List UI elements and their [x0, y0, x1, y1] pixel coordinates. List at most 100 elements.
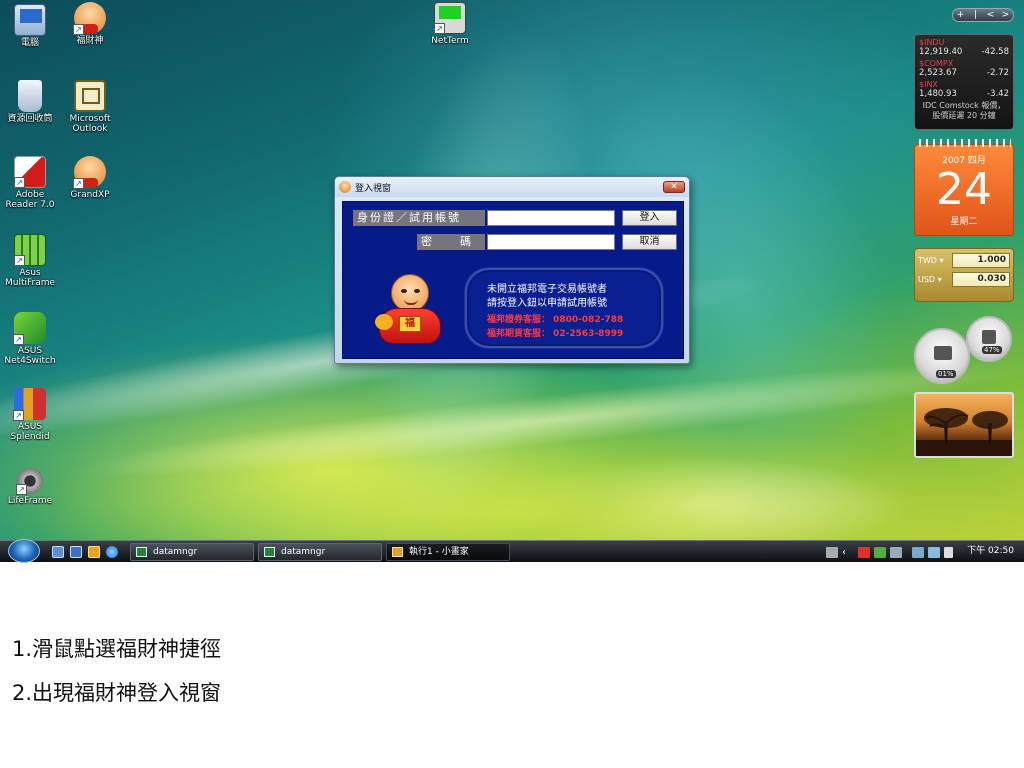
stock-symbol: $INX	[919, 80, 938, 89]
taskbar-item-label: datamngr	[281, 547, 326, 557]
promo-line: 請按登入鈕以申請試用帳號	[487, 298, 607, 309]
desktop-icon-label: Adobe Reader 7.0	[5, 190, 55, 210]
currency-row: USD ▾ 0.030	[918, 272, 1010, 287]
slide: 電腦 ↗ 福財神 ↗ NetTerm 資源回收筒 Microsoft Outlo…	[0, 0, 1024, 768]
paint-icon	[392, 547, 403, 557]
app-tray-icon[interactable]	[874, 546, 886, 558]
desktop-icon-lifeframe[interactable]: ↗ LifeFrame	[0, 468, 60, 506]
currency-select[interactable]: TWD ▾	[918, 256, 952, 265]
fortune-god-mascot: 福	[375, 274, 445, 348]
shortcut-arrow-icon: ↗	[16, 484, 27, 495]
login-button[interactable]: 登入	[622, 210, 677, 226]
desktop-icon-label: Asus MultiFrame	[4, 268, 56, 288]
desktop-icon-adobe-reader[interactable]: ↗ Adobe Reader 7.0	[0, 156, 60, 210]
cancel-button[interactable]: 取消	[622, 234, 677, 250]
calendar-gadget[interactable]: 2007 四月 24 星期二	[914, 139, 1014, 236]
monitor-icon[interactable]	[928, 546, 940, 558]
taskbar-item-active[interactable]: 執行1 - 小畫家	[386, 543, 510, 561]
calendar-day: 24	[936, 164, 992, 215]
desktop-icon-outlook[interactable]: Microsoft Outlook	[60, 80, 120, 134]
promo-line: 未開立福邦電子交易帳號者	[487, 284, 607, 295]
network-switch-icon: ↗	[13, 312, 46, 345]
chevron-left-icon[interactable]: ‹	[842, 547, 854, 558]
app-tray-icon[interactable]	[858, 546, 870, 558]
keyboard-icon[interactable]	[826, 546, 838, 558]
desktop-icon-multiframe[interactable]: ↗ Asus MultiFrame	[0, 234, 60, 288]
taskbar-item-label: 執行1 - 小畫家	[409, 547, 469, 557]
memory-meter: 47%	[966, 316, 1012, 362]
stock-price: 1,480.93	[919, 89, 957, 99]
media-player-icon[interactable]	[88, 546, 100, 558]
shortcut-arrow-icon: ↗	[13, 334, 24, 345]
promo-panel: 未開立福邦電子交易帳號者 請按登入鈕以申請試用帳號 福邦證券客服： 0800-0…	[465, 268, 663, 348]
add-gadget-button[interactable]: +	[953, 10, 968, 20]
desktop-icon-splendid[interactable]: ↗ ASUS Splendid	[0, 388, 60, 442]
instruction-step: 1.滑鼠點選福財神捷徑	[12, 637, 222, 661]
switch-windows-icon[interactable]	[70, 546, 82, 558]
slideshow-gadget[interactable]	[914, 392, 1014, 458]
shortcut-arrow-icon: ↗	[14, 177, 25, 188]
taskbar: datamngr datamngr 執行1 - 小畫家 ‹ 下午 02:50	[0, 539, 1024, 563]
password-input[interactable]	[487, 234, 615, 250]
currency-value[interactable]: 1.000	[952, 253, 1010, 268]
stocks-gadget[interactable]: $INDU 12,919.40 -42.58 $COMPX 2,523.67 -2.…	[914, 34, 1014, 130]
currency-gadget[interactable]: TWD ▾ 1.000 USD ▾ 0.030	[914, 248, 1014, 302]
sidebar-controls[interactable]: + | < >	[952, 8, 1014, 22]
start-button[interactable]	[8, 539, 40, 563]
system-tray: ‹	[826, 544, 957, 560]
terminal-icon	[136, 547, 147, 557]
internet-explorer-icon[interactable]	[106, 546, 118, 558]
instruction-step: 2.出現福財神登入視窗	[12, 681, 222, 705]
separator: |	[973, 10, 978, 20]
login-titlebar[interactable]: 登入視窗 ✕	[335, 177, 689, 197]
stock-change: -42.58	[981, 47, 1009, 57]
stock-row: 12,919.40 -42.58	[919, 47, 1009, 57]
terminal-icon: ↗	[434, 2, 466, 34]
desktop-icon-label: LifeFrame	[7, 496, 53, 506]
recycle-bin-icon	[18, 80, 42, 112]
close-button[interactable]: ✕	[663, 181, 685, 193]
desktop-icon-label: ASUS Splendid	[10, 422, 50, 442]
id-input[interactable]	[487, 210, 615, 226]
multiframe-icon: ↗	[14, 234, 46, 266]
shortcut-arrow-icon: ↗	[434, 23, 445, 34]
desktop-icon-netterm[interactable]: ↗ NetTerm	[420, 2, 480, 46]
instructions: 1.滑鼠點選福財神捷徑 2.出現福財神登入視窗	[12, 634, 612, 722]
desktop-icon-recycle-bin[interactable]: 資源回收筒	[0, 80, 60, 124]
computer-icon	[14, 4, 46, 36]
mascot-head	[391, 274, 429, 312]
login-window[interactable]: 登入視窗 ✕ 身份證／試用帳號 登入 密 碼 取消 福 未開立福邦電子交易帳號者…	[334, 176, 690, 364]
splendid-icon: ↗	[13, 388, 46, 421]
show-desktop-icon[interactable]	[52, 546, 64, 558]
network-icon[interactable]	[912, 546, 924, 558]
desktop-icon-fortune-god[interactable]: ↗ 福財神	[60, 2, 120, 46]
clock[interactable]: 下午 02:50	[967, 541, 1014, 562]
stock-row: 1,480.93 -3.42	[919, 89, 1009, 99]
pdf-icon: ↗	[14, 156, 46, 188]
password-label: 密 碼	[417, 234, 485, 250]
currency-select[interactable]: USD ▾	[918, 275, 952, 284]
desktop-icon-label: ASUS Net4Switch	[4, 346, 56, 366]
desktop[interactable]: 電腦 ↗ 福財神 ↗ NetTerm 資源回收筒 Microsoft Outlo…	[0, 0, 1024, 540]
cpu-meter: 01%	[914, 328, 970, 384]
cpu-meter-gadget[interactable]: 01% 47%	[912, 316, 1016, 384]
desktop-icon-computer[interactable]: 電腦	[0, 4, 60, 48]
prev-gadget-button[interactable]: <	[983, 10, 998, 20]
app-tray-icon[interactable]	[890, 546, 902, 558]
fortune-god-icon	[339, 181, 351, 193]
shortcut-arrow-icon: ↗	[73, 178, 84, 189]
taskbar-item[interactable]: datamngr	[130, 543, 254, 561]
next-gadget-button[interactable]: >	[998, 10, 1013, 20]
currency-value[interactable]: 0.030	[952, 272, 1010, 287]
desktop-icon-grandxp[interactable]: ↗ GrandXP	[60, 156, 120, 200]
shortcut-arrow-icon: ↗	[13, 410, 24, 421]
stock-footer: IDC Comstock 報價，股價延遲 20 分鐘	[922, 101, 1006, 120]
cpu-icon	[934, 346, 952, 360]
taskbar-item[interactable]: datamngr	[258, 543, 382, 561]
shortcut-arrow-icon: ↗	[14, 255, 25, 266]
cpu-meter-value: 01%	[936, 370, 956, 378]
login-panel: 身份證／試用帳號 登入 密 碼 取消 福 未開立福邦電子交易帳號者 請按登入鈕以…	[342, 201, 684, 359]
volume-icon[interactable]	[944, 546, 953, 558]
fortune-god-icon: ↗	[73, 2, 106, 35]
desktop-icon-net4switch[interactable]: ↗ ASUS Net4Switch	[0, 312, 60, 366]
